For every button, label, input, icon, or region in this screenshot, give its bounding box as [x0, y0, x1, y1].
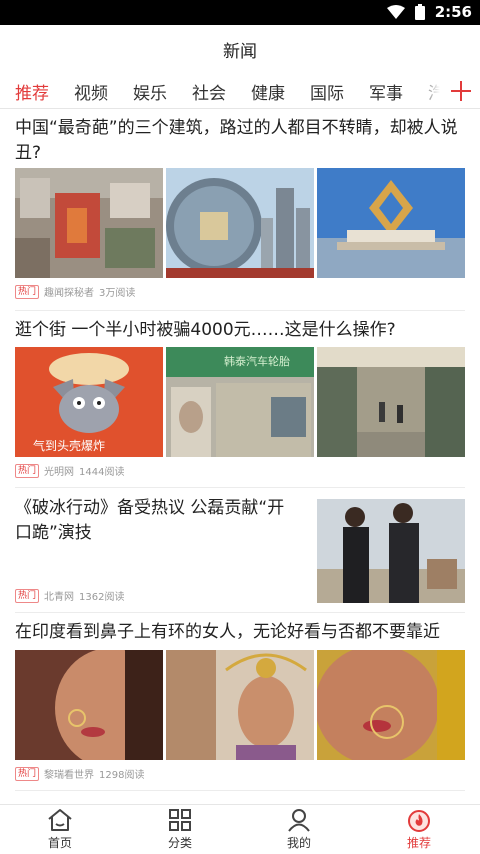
article-title: 《破冰行动》备受热议 公磊贡献“开口跪”演技 [15, 498, 285, 543]
article-source: 黎瑞看世界 [44, 770, 95, 781]
article-reads: 3万阅读 [99, 288, 136, 299]
tab-international[interactable]: 国际 [310, 79, 344, 104]
bottom-nav: 首页 分类 我的 推荐 [0, 804, 480, 854]
tabs-fade [416, 73, 446, 108]
page-title: 新闻 [223, 41, 257, 62]
article-image [15, 168, 163, 278]
article-image: 气到头壳爆炸 [15, 347, 163, 457]
article-images: 气到头壳爆炸 韩泰汽车轮胎 [15, 347, 465, 457]
nav-category-label: 分类 [167, 836, 192, 850]
article-item[interactable]: 逛个街 一个半小时被骗4000元……这是什么操作? 气到头壳爆炸 韩泰汽车轮胎 … [15, 318, 465, 484]
article-image [166, 168, 314, 278]
tab-entertainment[interactable]: 娱乐 [133, 79, 167, 104]
nav-recommend-label: 推荐 [406, 836, 431, 850]
category-tabs: 推荐 视频 娱乐 社会 健康 国际 军事 汽 [0, 73, 480, 109]
hot-badge: 热门 [15, 463, 40, 478]
add-category-icon[interactable] [450, 80, 472, 102]
battery-icon [414, 4, 425, 20]
article-reads: 1298阅读 [99, 770, 145, 781]
article-image: 韩泰汽车轮胎 [166, 347, 314, 457]
hot-badge: 热门 [15, 284, 40, 299]
article-meta: 热门 黎瑞看世界 1298阅读 [15, 766, 144, 781]
article-image [166, 650, 314, 760]
app-header: 新闻 [0, 25, 480, 73]
article-image [317, 650, 465, 760]
article-images [15, 650, 465, 760]
wifi-icon [386, 4, 405, 20]
article-title: 中国“最奇葩”的三个建筑，路过的人都目不转睛，却被人说丑? [15, 118, 458, 163]
article-item[interactable]: 中国“最奇葩”的三个建筑，路过的人都目不转睛，却被人说丑? 热门 趣闻探秘者 3… [15, 116, 465, 306]
article-images [15, 168, 465, 278]
article-meta: 热门 北青网 1362阅读 [15, 588, 124, 603]
user-icon [264, 808, 334, 832]
next-article-peek [15, 796, 465, 804]
nav-mine[interactable]: 我的 [264, 808, 334, 851]
divider [15, 310, 465, 311]
article-reads: 1362阅读 [79, 592, 125, 603]
article-source: 北青网 [44, 592, 75, 603]
divider [15, 612, 465, 613]
article-source: 趣闻探秘者 [44, 288, 95, 299]
status-time: 2:56 [434, 3, 472, 21]
fire-icon [384, 808, 454, 832]
article-image [317, 347, 465, 457]
article-item[interactable]: 在印度看到鼻子上有环的女人，无论好看与否都不要靠近 热门 黎瑞看世界 1298阅… [15, 620, 465, 785]
article-item[interactable]: 《破冰行动》备受热议 公磊贡献“开口跪”演技 热门 北青网 1362阅读 [15, 496, 465, 606]
grid-icon [145, 808, 215, 832]
article-title: 逛个街 一个半小时被骗4000元……这是什么操作? [15, 320, 396, 340]
tab-recommend[interactable]: 推荐 [15, 79, 49, 104]
article-meta: 热门 趣闻探秘者 3万阅读 [15, 284, 135, 299]
divider [15, 487, 465, 488]
nav-category[interactable]: 分类 [145, 808, 215, 851]
article-title: 在印度看到鼻子上有环的女人，无论好看与否都不要靠近 [15, 622, 440, 642]
article-source: 光明网 [44, 467, 75, 478]
tab-military[interactable]: 军事 [369, 79, 403, 104]
status-bar: 2:56 [0, 0, 480, 25]
nav-mine-label: 我的 [286, 836, 311, 850]
nav-home[interactable]: 首页 [25, 808, 95, 851]
nav-home-label: 首页 [47, 836, 72, 850]
tab-video[interactable]: 视频 [74, 79, 108, 104]
article-image [317, 499, 465, 603]
home-icon [25, 808, 95, 832]
article-reads: 1444阅读 [79, 467, 125, 478]
article-meta: 热门 光明网 1444阅读 [15, 463, 124, 478]
nav-recommend[interactable]: 推荐 [384, 808, 454, 851]
article-image [15, 650, 163, 760]
tab-health[interactable]: 健康 [251, 79, 285, 104]
article-image [317, 168, 465, 278]
hot-badge: 热门 [15, 766, 40, 781]
shop-sign-text: 韩泰汽车轮胎 [224, 355, 290, 368]
hot-badge: 热门 [15, 588, 40, 603]
divider [15, 790, 465, 791]
tab-society[interactable]: 社会 [192, 79, 226, 104]
image-caption: 气到头壳爆炸 [33, 439, 106, 453]
